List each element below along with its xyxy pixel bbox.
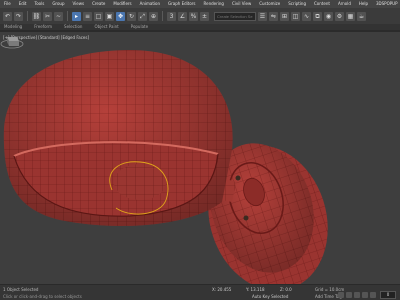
menu-views[interactable]: Views [73,0,85,8]
rect-select-icon[interactable]: □ [94,11,103,21]
tab-freeform[interactable]: Freeform [34,24,52,30]
scale-icon[interactable]: ⤢ [138,11,147,21]
menu-animation[interactable]: Animation [140,0,160,8]
auto-key-button[interactable]: Auto Key Selected [252,294,288,299]
play-icon[interactable] [354,292,360,298]
dome-shade[interactable] [3,50,233,226]
menu-content[interactable]: Content [314,0,330,8]
screw-icon [243,215,249,221]
menu-bar: File Edit Tools Group Views Create Modif… [0,0,400,8]
toolbar-divider [67,11,68,21]
select-name-icon[interactable]: ≡ [83,11,92,21]
undo-icon[interactable]: ↶ [3,11,12,21]
material-editor-icon[interactable]: ◉ [324,11,333,21]
selection-status: 1 Object Selected [3,287,39,292]
snap-icon[interactable]: 3 [167,11,176,21]
menu-create[interactable]: Create [92,0,105,8]
tab-object-paint[interactable]: Object Paint [94,24,118,30]
menu-graph-editors[interactable]: Graph Editors [168,0,195,8]
toolbar-divider [27,11,28,21]
toolbar-divider [162,11,163,21]
render-icon[interactable]: ☕ [357,11,366,21]
tab-selection[interactable]: Selection [64,24,82,30]
current-frame-field[interactable]: 0 [380,291,396,299]
menu-group[interactable]: Group [52,0,64,8]
screw-icon [235,175,241,181]
unlink-icon[interactable]: ✂ [43,11,52,21]
previous-frame-icon[interactable] [346,292,352,298]
prompt-hint: Click or click-and-drag to select object… [3,294,82,299]
viewport-canvas [3,50,328,284]
layer-icon[interactable]: ◫ [291,11,300,21]
schematic-icon[interactable]: ⧉ [313,11,322,21]
menu-customize[interactable]: Customize [259,0,280,8]
menu-edit[interactable]: Edit [19,0,27,8]
window-icon[interactable]: ▣ [105,11,114,21]
go-to-start-icon[interactable] [338,292,344,298]
y-coordinate[interactable]: Y: 13.118 [246,287,265,292]
menu-file[interactable]: File [4,0,11,8]
render-setup-icon[interactable]: ⚙ [335,11,344,21]
tab-modeling[interactable]: Modeling [4,24,22,30]
redo-icon[interactable]: ↷ [14,11,23,21]
menu-scripting[interactable]: Scripting [288,0,306,8]
link-icon[interactable]: ⛓ [32,11,41,21]
angle-snap-icon[interactable]: ∠ [178,11,187,21]
curve-editor-icon[interactable]: ∿ [302,11,311,21]
edit-named-sets-icon[interactable]: ☰ [258,11,267,21]
menu-arnold[interactable]: Arnold [338,0,351,8]
ribbon-tabs: Modeling Freeform Selection Object Paint… [0,24,400,30]
align-icon[interactable]: ⊞ [280,11,289,21]
spinner-snap-icon[interactable]: ± [200,11,209,21]
menu-rendering[interactable]: Rendering [204,0,224,8]
next-frame-icon[interactable] [362,292,368,298]
viewcube-icon[interactable] [0,32,24,50]
playback-controls [338,292,376,298]
select-icon[interactable]: ▸ [72,11,81,21]
main-toolbar: ↶ ↷ ⛓ ✂ ~ ▸ ≡ □ ▣ ✥ ↻ ⤢ ⊕ 3 ∠ % ± ☰ ⇋ ⊞ … [0,8,400,24]
menu-tools[interactable]: Tools [34,0,44,8]
perspective-viewport[interactable]: [+] [Perspective] [Standard] [Edged Face… [0,32,400,284]
menu-modifiers[interactable]: Modifiers [113,0,131,8]
menu-help[interactable]: Help [359,0,368,8]
x-coordinate[interactable]: X: 20.455 [212,287,231,292]
render-frame-icon[interactable]: ▦ [346,11,355,21]
mirror-icon[interactable]: ⇋ [269,11,278,21]
z-coordinate[interactable]: Z: 0.0 [280,287,292,292]
tab-populate[interactable]: Populate [131,24,148,30]
bind-icon[interactable]: ~ [54,11,63,21]
menu-civil-view[interactable]: Civil View [232,0,251,8]
go-to-end-icon[interactable] [370,292,376,298]
selection-set-field[interactable] [214,11,256,21]
menu-3dspopup[interactable]: 3DSPOPUP [376,0,397,8]
place-icon[interactable]: ⊕ [149,11,158,21]
move-icon[interactable]: ✥ [116,11,125,21]
percent-snap-icon[interactable]: % [189,11,198,21]
status-bar: 1 Object Selected Click or click-and-dra… [0,284,400,300]
rotate-icon[interactable]: ↻ [127,11,136,21]
